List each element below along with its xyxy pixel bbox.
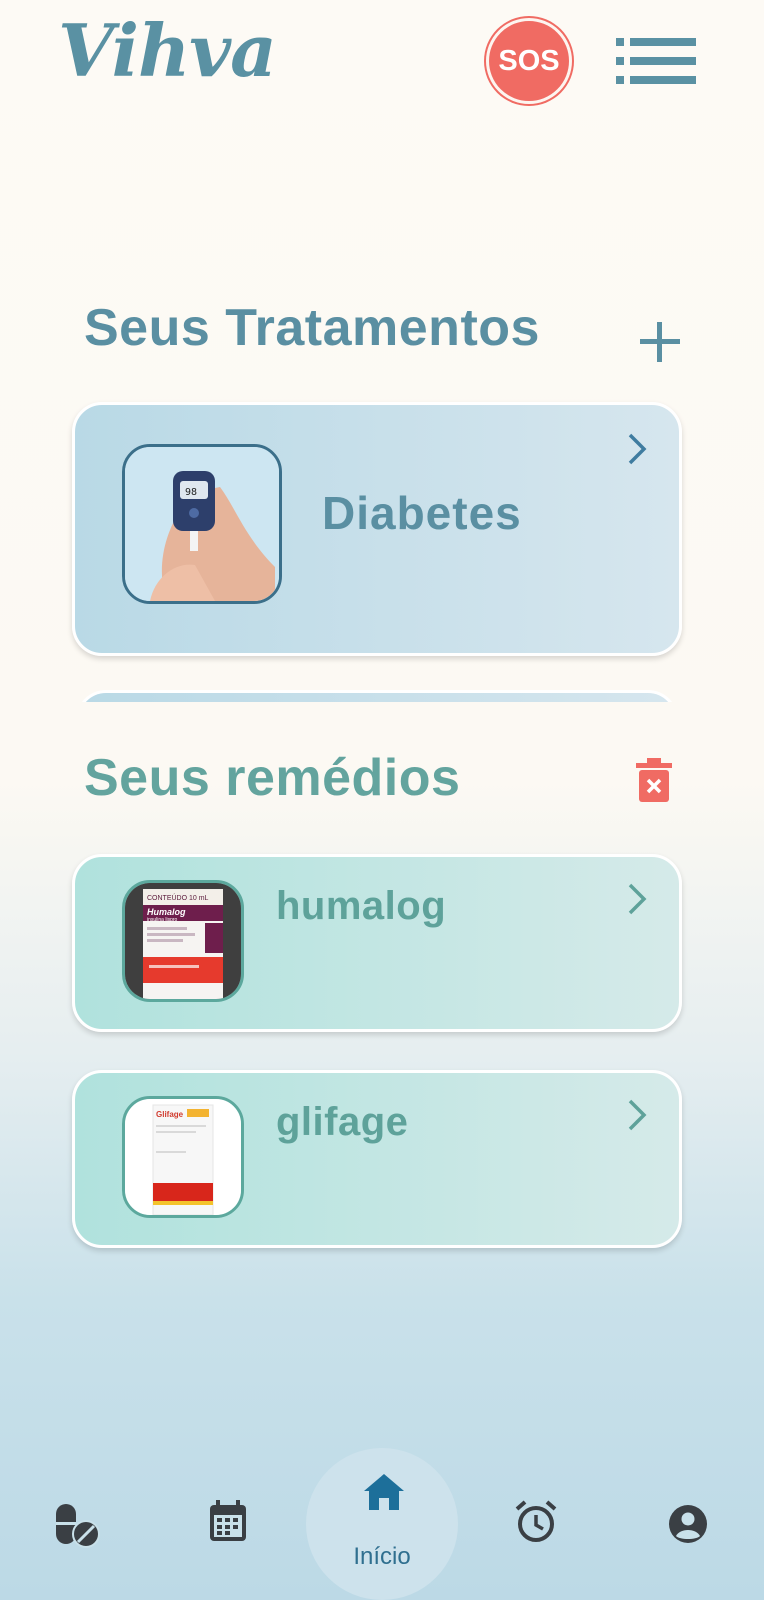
calendar-icon <box>210 1500 246 1541</box>
plus-icon <box>640 322 680 362</box>
chevron-right-icon <box>626 882 648 916</box>
svg-text:98: 98 <box>185 487 197 498</box>
section-divider <box>60 702 700 738</box>
svg-text:Humalog: Humalog <box>147 907 186 917</box>
humalog-box-photo: CONTEÚDO 10 mL Humalog insulina lispro <box>122 880 244 1002</box>
glifage-box-photo: Humalog Glifage <box>122 1096 244 1218</box>
nav-home[interactable] <box>364 1474 412 1522</box>
pills-icon <box>56 1504 100 1548</box>
menu-button[interactable] <box>616 38 696 86</box>
glucose-meter-photo: 98 <box>122 444 282 604</box>
trash-icon <box>636 758 672 802</box>
svg-text:insulina lispro: insulina lispro <box>147 917 178 923</box>
sos-button[interactable]: SOS <box>486 18 572 104</box>
add-treatment-button[interactable] <box>638 320 682 364</box>
svg-text:CONTEÚDO 10 mL: CONTEÚDO 10 mL <box>147 893 209 902</box>
chevron-right-icon <box>626 432 648 466</box>
medicines-title: Seus remédios <box>84 749 461 807</box>
home-icon <box>364 1474 404 1510</box>
nav-profile[interactable] <box>668 1504 716 1552</box>
nav-home-active-bg[interactable] <box>306 1448 458 1600</box>
treatments-title: Seus Tratamentos <box>84 299 540 357</box>
treatment-name: Diabetes <box>322 487 522 539</box>
svg-text:Glifage: Glifage <box>156 1110 184 1119</box>
medicine-name: humalog <box>276 884 447 928</box>
nav-alarm[interactable] <box>514 1500 562 1548</box>
sos-label: SOS <box>498 44 560 77</box>
profile-icon <box>669 1505 707 1543</box>
chevron-right-icon <box>626 1098 648 1132</box>
delete-medicine-button[interactable] <box>636 758 672 802</box>
nav-calendar[interactable] <box>208 1500 256 1548</box>
nav-pills[interactable] <box>52 1500 100 1548</box>
alarm-icon <box>515 1500 557 1542</box>
app-logo: Vihva <box>58 8 277 93</box>
menu-icon <box>616 38 696 84</box>
nav-home-label: Início <box>353 1543 411 1570</box>
medicine-name: glifage <box>276 1100 409 1144</box>
